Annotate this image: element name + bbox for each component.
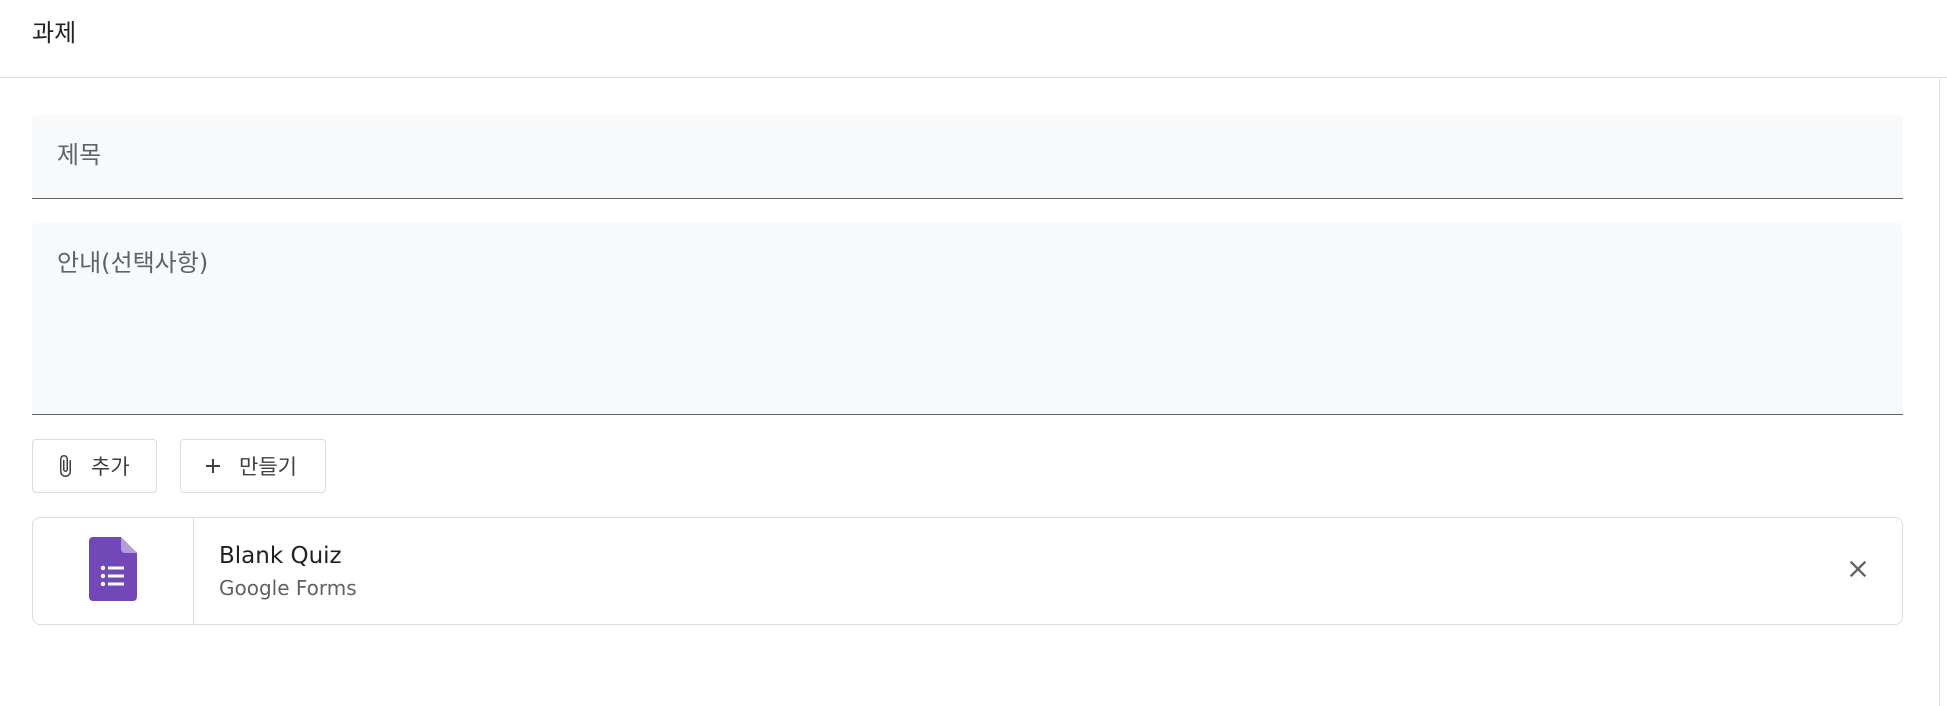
title-placeholder: 제목 xyxy=(57,141,102,169)
assignment-page: 과제 제목 안내(선택사항) 추가 만들기 Blank Quiz Google … xyxy=(0,0,1947,706)
create-button[interactable]: 만들기 xyxy=(180,439,326,493)
description-input[interactable]: 안내(선택사항) xyxy=(32,223,1903,415)
remove-attachment-button[interactable] xyxy=(1838,551,1878,591)
attachment-card[interactable]: Blank Quiz Google Forms xyxy=(32,517,1903,625)
add-attachment-button[interactable]: 추가 xyxy=(32,439,157,493)
paperclip-icon xyxy=(51,452,79,480)
plus-icon xyxy=(199,452,227,480)
description-placeholder: 안내(선택사항) xyxy=(57,249,209,277)
add-button-label: 추가 xyxy=(91,455,130,479)
create-button-label: 만들기 xyxy=(239,455,297,479)
attachment-title[interactable]: Blank Quiz xyxy=(219,542,342,570)
top-bar: 과제 xyxy=(0,0,1947,78)
close-icon xyxy=(1844,555,1872,587)
google-forms-icon xyxy=(89,537,137,605)
attachment-subtitle: Google Forms xyxy=(219,576,357,600)
title-input[interactable]: 제목 xyxy=(32,115,1903,199)
page-title: 과제 xyxy=(32,19,77,47)
scrollbar-track[interactable] xyxy=(1939,79,1940,706)
attachment-thumbnail[interactable] xyxy=(33,518,194,624)
